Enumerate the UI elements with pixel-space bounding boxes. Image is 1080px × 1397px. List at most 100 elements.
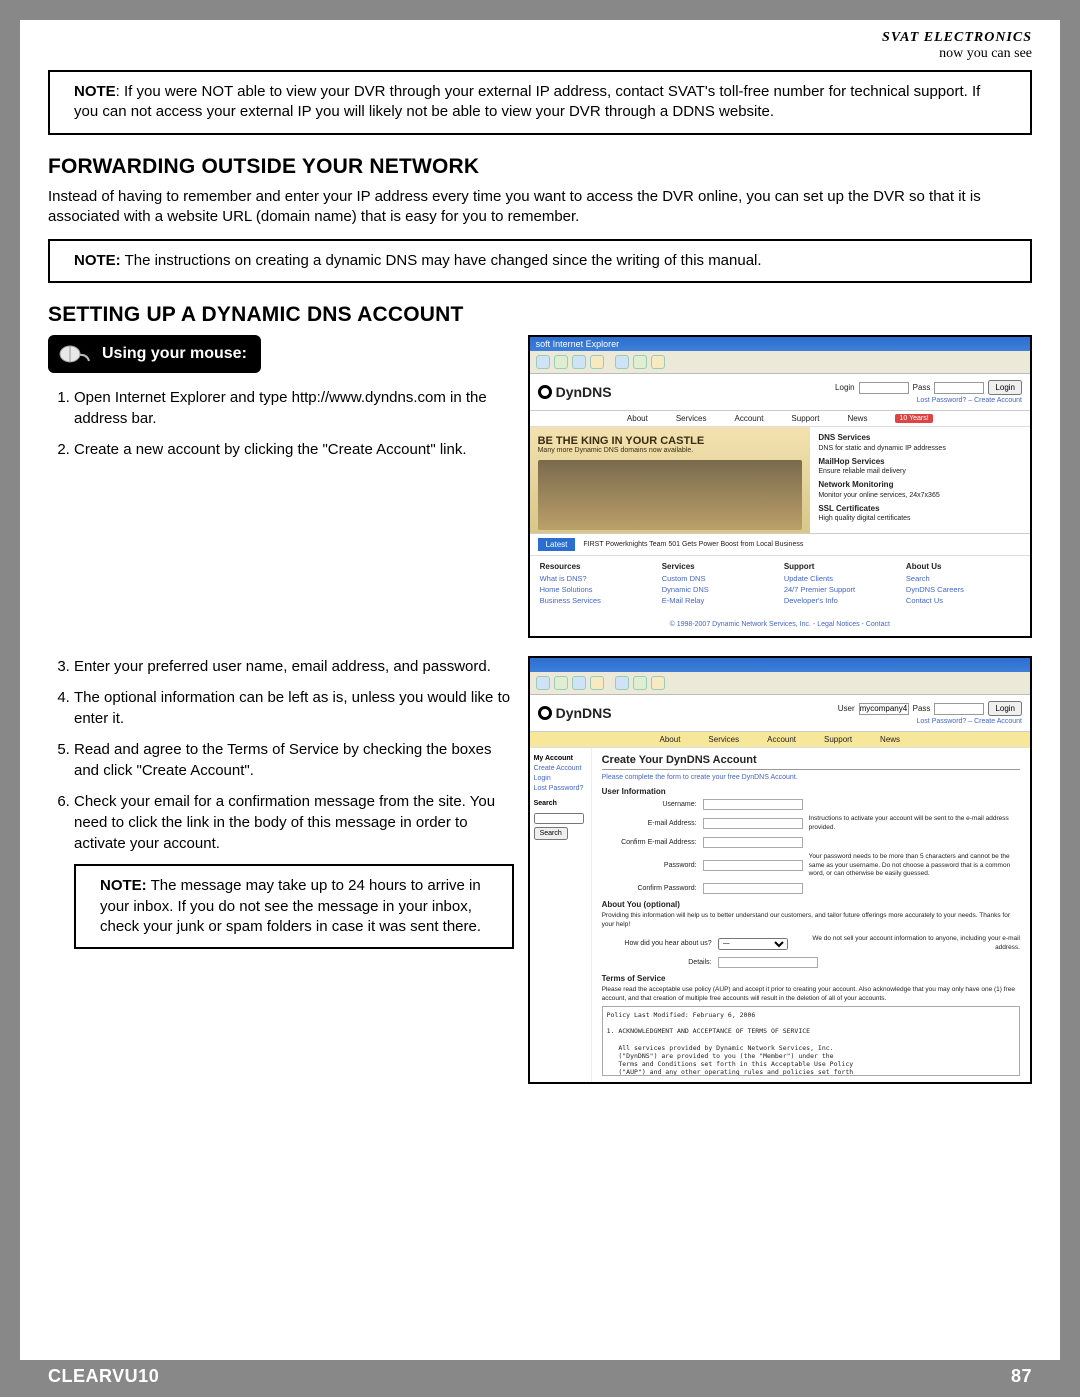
confirm-email-input[interactable] <box>703 837 803 848</box>
field-label: How did you hear about us? <box>602 940 712 947</box>
field-label: Password: <box>602 862 697 869</box>
hero-title: BE THE KING IN YOUR CASTLE <box>538 435 803 447</box>
pass-input[interactable] <box>934 703 984 715</box>
toolbar-icon <box>572 676 586 690</box>
footer-page-number: 87 <box>1011 1366 1032 1387</box>
col-link[interactable]: E-Mail Relay <box>662 596 776 605</box>
field-label: Confirm Password: <box>602 885 697 892</box>
nav-link[interactable]: Create Account <box>534 765 587 772</box>
brand-name: SVAT ELECTRONICS <box>48 30 1032 46</box>
login-input[interactable] <box>859 382 909 394</box>
screenshot-create-account: DynDNS User Pass Login Lost Password? – … <box>528 656 1032 1084</box>
note-text: : If you were NOT able to view your DVR … <box>74 83 980 120</box>
pass-label: Pass <box>913 383 931 392</box>
field-label: Username: <box>602 801 697 808</box>
logo-text: DynDNS <box>556 705 612 721</box>
side-t: High quality digital certificates <box>818 515 910 522</box>
heading-ddns: SETTING UP A DYNAMIC DNS ACCOUNT <box>48 303 1032 327</box>
years-badge: 10 Years! <box>895 414 932 423</box>
login-button[interactable]: Login <box>988 380 1022 395</box>
col-link[interactable]: Developer's Info <box>784 596 898 605</box>
latest-button[interactable]: Latest <box>538 538 576 551</box>
top-menu: About Services Account Support News 10 Y… <box>530 411 1030 427</box>
confirm-password-input[interactable] <box>703 883 803 894</box>
nav-link[interactable]: Lost Password? <box>534 785 587 792</box>
toolbar-icon <box>615 676 629 690</box>
tos-textbox[interactable]: Policy Last Modified: February 6, 2006 1… <box>602 1006 1020 1076</box>
latest-news-text: FIRST Powerknights Team 501 Gets Power B… <box>583 541 803 548</box>
menu-item[interactable]: Services <box>676 414 707 423</box>
step-item: Open Internet Explorer and type http://w… <box>74 387 514 429</box>
menu-item[interactable]: Account <box>767 735 796 744</box>
logo-ring-icon <box>538 706 552 720</box>
menu-item[interactable]: About <box>627 414 648 423</box>
toolbar-icon <box>536 676 550 690</box>
create-account-link[interactable]: Create Account <box>974 397 1022 404</box>
hear-select[interactable]: — <box>718 938 788 950</box>
copyright-footer: © 1998-2007 Dynamic Network Services, In… <box>530 613 1030 636</box>
toolbar-icon <box>554 676 568 690</box>
col-link[interactable]: Business Services <box>540 596 654 605</box>
col-link[interactable]: Custom DNS <box>662 574 776 583</box>
side-nav: My Account Create Account Login Lost Pas… <box>530 748 592 1082</box>
ie-titlebar <box>530 658 1030 672</box>
nav-search-input[interactable] <box>534 813 584 824</box>
nav-link[interactable]: Login <box>534 775 587 782</box>
menu-item[interactable]: Services <box>708 735 739 744</box>
ie-titlebar: soft Internet Explorer <box>530 337 1030 351</box>
col-link[interactable]: Dynamic DNS <box>662 585 776 594</box>
mouse-icon <box>56 341 92 367</box>
email-input[interactable] <box>703 818 803 829</box>
note-box-1: NOTE: If you were NOT able to view your … <box>48 70 1032 135</box>
dyndns-logo: DynDNS <box>538 384 612 400</box>
menu-item[interactable]: Support <box>791 414 819 423</box>
username-input[interactable] <box>703 799 803 810</box>
top-menu: About Services Account Support News <box>530 732 1030 748</box>
pass-tip: Your password needs to be more than 5 ch… <box>809 853 1020 878</box>
toolbar-icon <box>590 676 604 690</box>
side-t: DNS for static and dynamic IP addresses <box>818 445 945 452</box>
col-link[interactable]: What is DNS? <box>540 574 654 583</box>
email-tip: Instructions to activate your account wi… <box>809 815 1020 832</box>
form-hint: Please complete the form to create your … <box>602 774 1020 781</box>
toolbar-icon <box>633 355 647 369</box>
login-button[interactable]: Login <box>988 701 1022 716</box>
castle-image <box>538 460 803 530</box>
menu-item[interactable]: Account <box>735 414 764 423</box>
col-link[interactable]: DynDNS Careers <box>906 585 1020 594</box>
password-input[interactable] <box>703 860 803 871</box>
menu-item[interactable]: Support <box>824 735 852 744</box>
dyndns-logo: DynDNS <box>538 705 612 721</box>
col-link[interactable]: Search <box>906 574 1020 583</box>
toolbar-icon <box>554 355 568 369</box>
col-head: About Us <box>906 562 1020 571</box>
col-link[interactable]: Contact Us <box>906 596 1020 605</box>
col-link[interactable]: Home Solutions <box>540 585 654 594</box>
create-account-link[interactable]: Create Account <box>974 718 1022 725</box>
step-item: Create a new account by clicking the "Cr… <box>74 439 514 460</box>
manual-page: SVAT ELECTRONICS now you can see NOTE: I… <box>20 20 1060 1360</box>
lost-password-link[interactable]: Lost Password? <box>917 718 967 725</box>
ie-toolbar <box>530 351 1030 374</box>
col-link[interactable]: 24/7 Premier Support <box>784 585 898 594</box>
toolbar-icon <box>536 355 550 369</box>
nav-search-head: Search <box>534 800 587 807</box>
lost-password-link[interactable]: Lost Password? <box>917 397 967 404</box>
nav-search-button[interactable]: Search <box>534 827 568 840</box>
user-input[interactable] <box>859 703 909 715</box>
step-item: Enter your preferred user name, email ad… <box>74 656 514 677</box>
toolbar-icon <box>615 355 629 369</box>
col-link[interactable]: Update Clients <box>784 574 898 583</box>
col-head: Support <box>784 562 898 571</box>
pass-input[interactable] <box>934 382 984 394</box>
menu-item[interactable]: About <box>660 735 681 744</box>
heading-forwarding: FORWARDING OUTSIDE YOUR NETWORK <box>48 155 1032 179</box>
menu-item[interactable]: News <box>847 414 867 423</box>
toolbar-icon <box>590 355 604 369</box>
note-label: NOTE: <box>100 877 147 894</box>
section-user-info: User Information <box>602 787 1020 796</box>
footer-model: CLEARVU10 <box>48 1366 159 1387</box>
menu-item[interactable]: News <box>880 735 900 744</box>
details-input[interactable] <box>718 957 818 968</box>
toolbar-icon <box>572 355 586 369</box>
